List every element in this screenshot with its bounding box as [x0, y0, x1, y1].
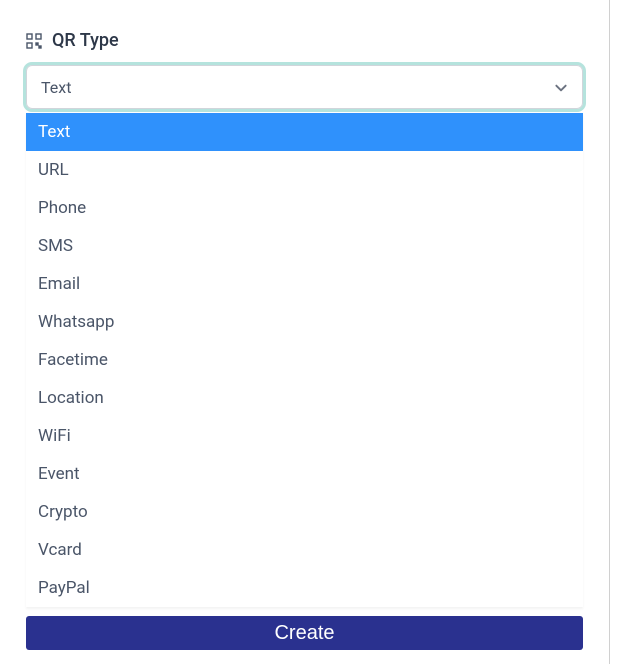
qr-type-label: QR Type — [52, 30, 119, 51]
qr-form-panel: QR Type Text TextURLPhoneSMSEmailWhatsap… — [0, 0, 610, 664]
create-button[interactable]: Create — [26, 616, 583, 650]
qr-type-option[interactable]: Facetime — [26, 341, 583, 379]
qr-type-option[interactable]: Vcard — [26, 531, 583, 569]
qr-type-select-wrap: Text TextURLPhoneSMSEmailWhatsappFacetim… — [26, 65, 583, 109]
qr-type-select[interactable]: Text — [26, 65, 583, 109]
qr-type-option[interactable]: PayPal — [26, 569, 583, 607]
qr-type-selected-value: Text — [41, 78, 71, 97]
qr-type-dropdown[interactable]: TextURLPhoneSMSEmailWhatsappFacetimeLoca… — [26, 113, 583, 607]
qr-type-option[interactable]: Whatsapp — [26, 303, 583, 341]
field-label-row: QR Type — [26, 30, 583, 51]
qr-type-option[interactable]: Crypto — [26, 493, 583, 531]
chevron-down-icon — [554, 80, 568, 94]
qr-type-option[interactable]: Phone — [26, 189, 583, 227]
qr-type-option[interactable]: Email — [26, 265, 583, 303]
create-button-label: Create — [274, 622, 334, 645]
qr-type-option[interactable]: Location — [26, 379, 583, 417]
qr-type-option[interactable]: SMS — [26, 227, 583, 265]
qr-type-option[interactable]: WiFi — [26, 417, 583, 455]
qr-type-option[interactable]: URL — [26, 151, 583, 189]
qr-type-option[interactable]: Event — [26, 455, 583, 493]
qr-icon — [26, 33, 42, 49]
qr-type-option[interactable]: Text — [26, 113, 583, 151]
